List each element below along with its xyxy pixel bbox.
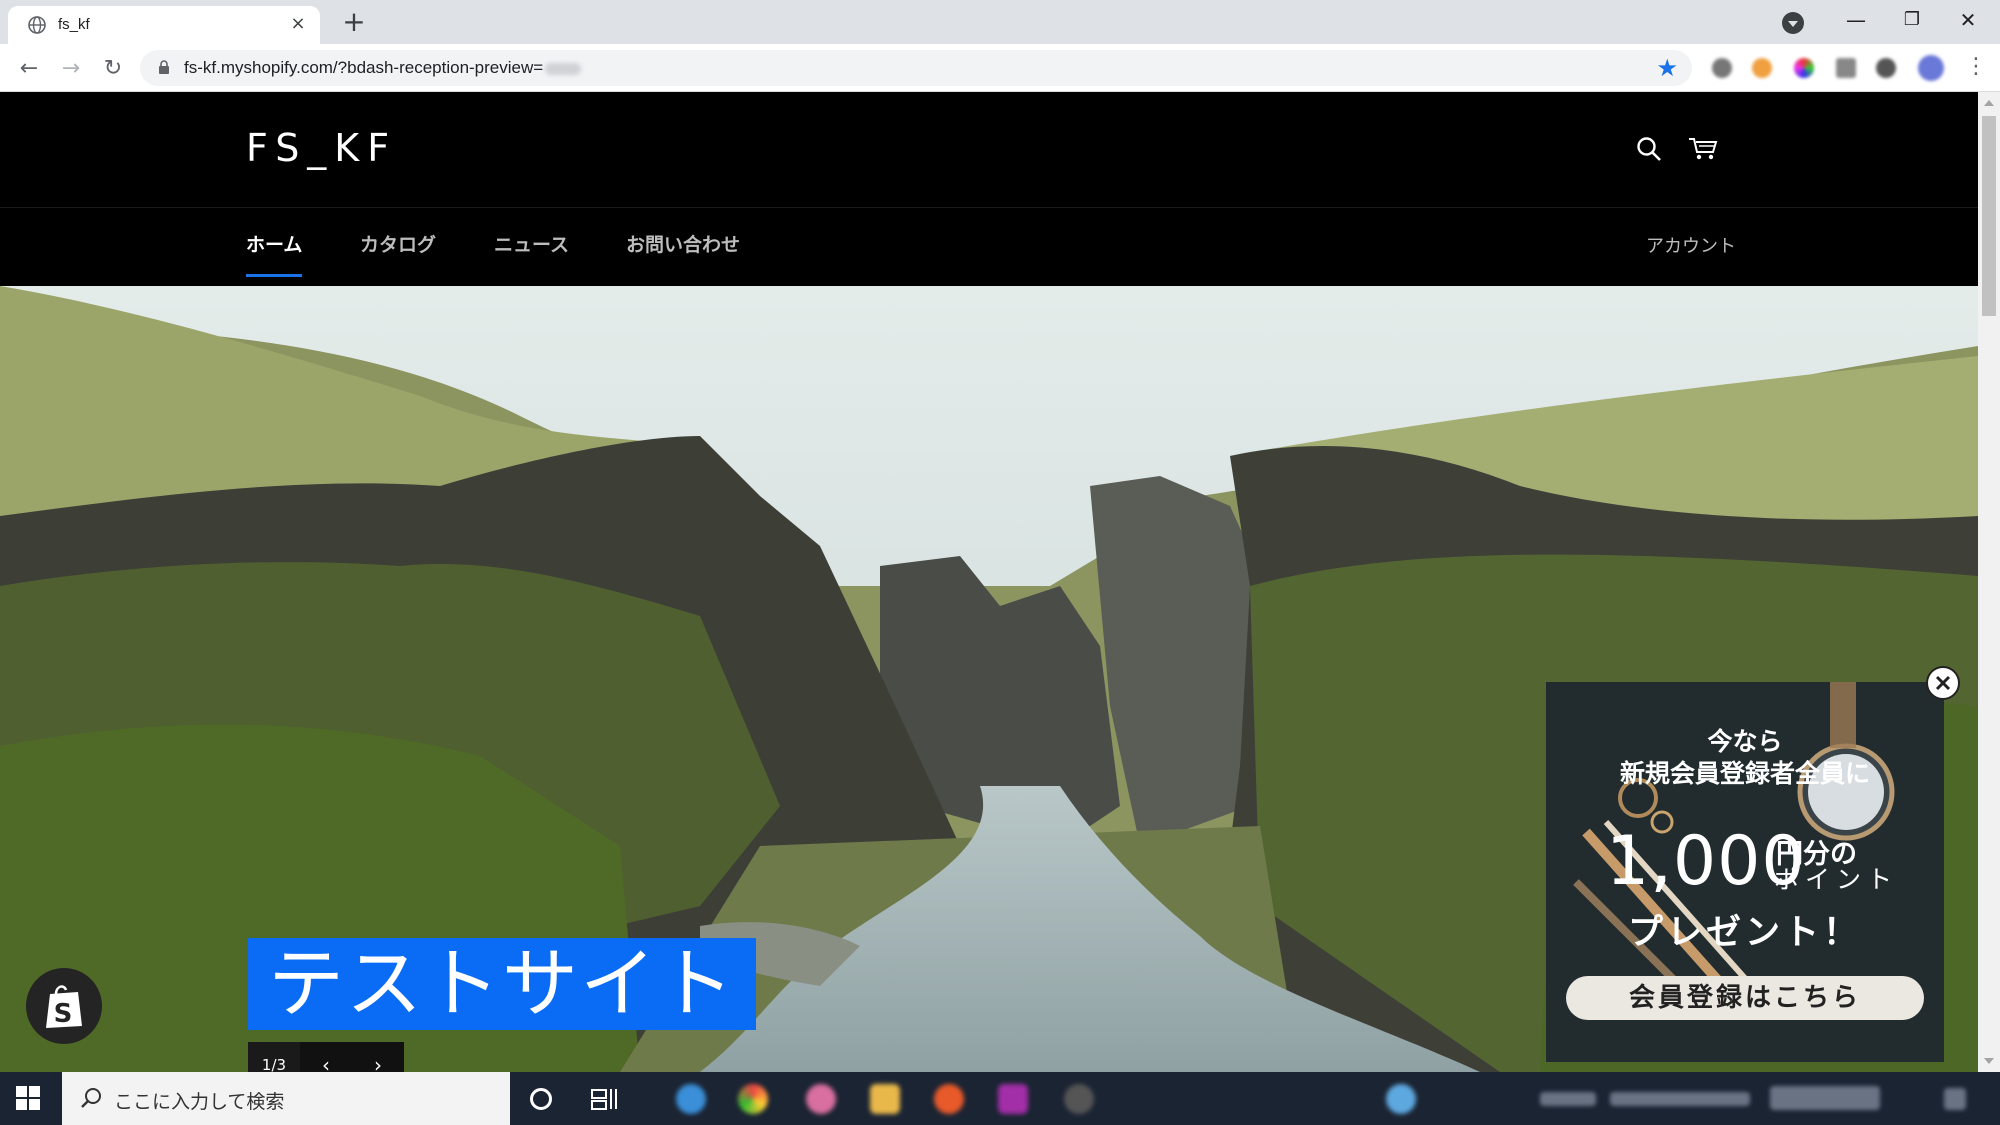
app-icon[interactable] bbox=[998, 1084, 1028, 1114]
app-icon[interactable] bbox=[934, 1084, 964, 1114]
promo-close-button[interactable] bbox=[1926, 666, 1960, 700]
promo-amount-suffix-2: ポイント bbox=[1774, 865, 1899, 894]
site-header: FS_KF bbox=[0, 92, 1978, 208]
back-button[interactable]: ← bbox=[12, 52, 46, 86]
close-icon bbox=[1935, 675, 1951, 691]
promo-popup[interactable]: 今なら 新規会員登録者全員に 1,000 円分の ポイント プレゼント！ 会員登… bbox=[1546, 682, 1944, 1062]
address-bar[interactable]: fs-kf.myshopify.com/?bdash-reception-pre… bbox=[140, 50, 1692, 86]
tray-app-icon[interactable] bbox=[1386, 1084, 1416, 1114]
weather-tray[interactable] bbox=[1540, 1092, 1596, 1106]
extension-icon[interactable] bbox=[1794, 58, 1814, 78]
cart-icon[interactable] bbox=[1688, 136, 1718, 162]
app-icon[interactable] bbox=[806, 1084, 836, 1114]
slide-counter: 1/3 bbox=[248, 1042, 300, 1072]
minimize-button[interactable]: — bbox=[1828, 0, 1884, 40]
new-tab-button[interactable]: + bbox=[338, 6, 370, 38]
windows-start-icon[interactable] bbox=[16, 1086, 40, 1110]
slide-next-button[interactable]: › bbox=[352, 1042, 404, 1072]
nav-contact[interactable]: お問い合わせ bbox=[626, 230, 740, 257]
reload-button[interactable]: ↻ bbox=[96, 52, 130, 86]
extension-icon[interactable] bbox=[1836, 58, 1856, 78]
bookmark-star-icon[interactable]: ★ bbox=[1656, 54, 1678, 82]
nav-home[interactable]: ホーム bbox=[246, 230, 303, 277]
scroll-down-arrow[interactable] bbox=[1984, 1058, 1994, 1064]
shopify-bag-icon: S bbox=[46, 985, 82, 1029]
taskbar-search-box[interactable]: ここに入力して検索 bbox=[62, 1072, 510, 1125]
browser-toolbar: ← → ↻ fs-kf.myshopify.com/?bdash-recepti… bbox=[0, 44, 2000, 92]
extension-icon[interactable] bbox=[1876, 58, 1896, 78]
extension-icon[interactable] bbox=[1712, 58, 1732, 78]
svg-text:S: S bbox=[54, 999, 73, 1029]
tab-close-icon[interactable]: × bbox=[286, 12, 310, 36]
promo-line-2: 新規会員登録者全員に bbox=[1619, 759, 1870, 788]
chrome-app-icon[interactable] bbox=[738, 1084, 768, 1114]
notification-icon[interactable] bbox=[1944, 1088, 1966, 1110]
file-explorer-icon[interactable] bbox=[870, 1084, 900, 1114]
globe-icon bbox=[28, 16, 46, 34]
cortana-icon[interactable] bbox=[530, 1088, 552, 1110]
maximize-button[interactable]: ❐ bbox=[1884, 0, 1940, 40]
edge-app-icon[interactable] bbox=[676, 1084, 706, 1114]
promo-line-1: 今なら bbox=[1707, 727, 1783, 756]
taskbar-search-placeholder: ここに入力して検索 bbox=[114, 1091, 285, 1113]
forward-button[interactable]: → bbox=[54, 52, 88, 86]
browser-menu-icon[interactable]: ⋮ bbox=[1964, 54, 1988, 84]
lock-icon bbox=[159, 60, 169, 74]
url-text[interactable]: fs-kf.myshopify.com/?bdash-reception-pre… bbox=[184, 58, 582, 78]
profile-avatar[interactable] bbox=[1918, 55, 1944, 81]
clock[interactable] bbox=[1770, 1086, 1880, 1110]
nav-news[interactable]: ニュース bbox=[494, 230, 569, 257]
shopify-admin-button[interactable]: S bbox=[26, 968, 102, 1044]
page-scrollbar[interactable] bbox=[1978, 92, 2000, 1072]
close-window-button[interactable]: ✕ bbox=[1940, 0, 1996, 40]
tab-search-icon[interactable] bbox=[1782, 12, 1804, 34]
hero-title: テストサイト bbox=[248, 938, 756, 1030]
tab-title: fs_kf bbox=[58, 16, 90, 33]
site-nav: ホーム カタログ ニュース お問い合わせ アカウント bbox=[0, 208, 1978, 278]
system-tray-icons[interactable] bbox=[1610, 1092, 1750, 1106]
task-view-icon[interactable] bbox=[590, 1086, 618, 1112]
extension-icon[interactable] bbox=[1752, 58, 1772, 78]
browser-tab-bar: fs_kf × + — ❐ ✕ bbox=[0, 0, 2000, 44]
promo-present: プレゼント！ bbox=[1627, 913, 1862, 953]
nav-account[interactable]: アカウント bbox=[1646, 232, 1736, 258]
windows-taskbar: ここに入力して検索 bbox=[0, 1072, 2000, 1125]
app-icon[interactable] bbox=[1064, 1084, 1094, 1114]
browser-tab[interactable]: fs_kf × bbox=[8, 6, 320, 44]
nav-catalog[interactable]: カタログ bbox=[360, 230, 436, 257]
url-redacted bbox=[545, 62, 582, 75]
scrollbar-thumb[interactable] bbox=[1982, 116, 1996, 316]
slide-prev-button[interactable]: ‹ bbox=[300, 1042, 352, 1072]
search-icon[interactable] bbox=[1636, 136, 1662, 162]
site-logo[interactable]: FS_KF bbox=[246, 126, 397, 170]
signup-button[interactable]: 会員登録はこちら bbox=[1566, 976, 1924, 1020]
scroll-up-arrow[interactable] bbox=[1984, 100, 1994, 106]
search-icon bbox=[81, 1088, 101, 1108]
